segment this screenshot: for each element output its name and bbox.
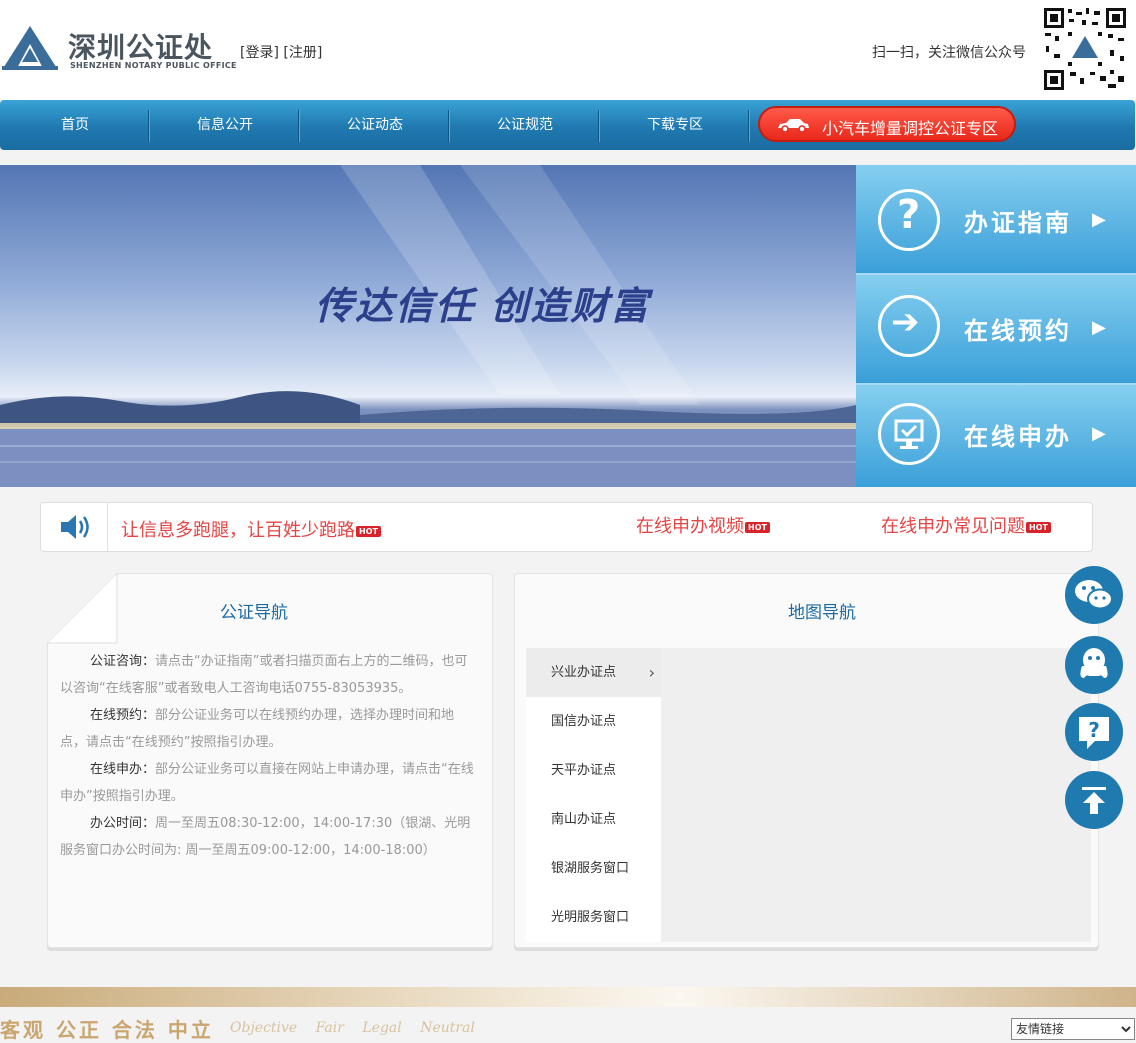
wechat-icon — [1075, 580, 1113, 610]
monitor-check-icon — [878, 403, 940, 465]
map-tab-label: 国信办证点 — [551, 714, 617, 729]
map-canvas[interactable] — [661, 648, 1091, 942]
wechat-caption: 扫一扫，关注微信公众号 — [872, 45, 1026, 61]
nav-notary-standards[interactable]: 公证规范 — [450, 100, 600, 150]
guide-paragraph: 办公时间：周一至周五08:30-12:00，14:00-17:30（银湖、光明服… — [60, 810, 480, 864]
banner-slogan: 传达信任 创造财富 — [315, 284, 651, 328]
guide-title: 公证导航 — [220, 603, 288, 623]
hero-banner[interactable]: 传达信任 创造财富 — [0, 165, 856, 487]
chevron-right-icon: ▶ — [1092, 423, 1106, 444]
notice-faq-text: 在线申办常见问题 — [881, 516, 1025, 537]
car-quota-button[interactable]: 小汽车增量调控公证专区 — [758, 106, 1016, 142]
chevron-right-icon: › — [648, 663, 655, 682]
guide-label: 办证指南 — [964, 209, 1072, 237]
chevron-right-icon: ▶ — [1092, 209, 1106, 230]
chevron-right-icon: ▶ — [1092, 317, 1106, 338]
hot-badge: HOT — [1026, 521, 1051, 533]
notice-main-text: 让信息多跑腿，让百姓少跑路 — [121, 520, 355, 541]
qq-icon — [1080, 648, 1108, 678]
guide-label: 在线申办： — [90, 762, 156, 777]
back-to-top-button[interactable] — [1065, 771, 1123, 829]
booking-button[interactable]: ➔ 在线预约 ▶ — [856, 275, 1136, 385]
qr-code-icon — [1042, 6, 1128, 92]
help-float-button[interactable]: ? — [1065, 703, 1123, 761]
guide-label: 办公时间： — [90, 816, 156, 831]
guide-label: 在线预约： — [90, 708, 156, 723]
notice-video-text: 在线申办视频 — [636, 516, 744, 537]
arrow-right-icon: ➔ — [878, 295, 940, 357]
map-tab-xingye[interactable]: 兴业办证点 › — [526, 648, 661, 697]
qq-float-button[interactable] — [1065, 636, 1123, 694]
map-nav-card: 地图导航 兴业办证点 › 国信办证点 天平办证点 南山办证点 银湖服务窗口 光明服… — [514, 573, 1099, 948]
map-tab-label: 银湖服务窗口 — [551, 861, 630, 876]
apply-online-button[interactable]: 在线申办 ▶ — [856, 385, 1136, 487]
map-tab-label: 兴业办证点 — [551, 665, 617, 680]
help-icon: ? — [1079, 717, 1109, 749]
guide-paragraph: 在线预约：部分公证业务可以在线预约办理，选择办理时间和地点，请点击“在线预约”按… — [60, 702, 480, 756]
map-tab-yinhu[interactable]: 银湖服务窗口 — [526, 844, 661, 893]
logo-title: 深圳公证处 — [68, 31, 214, 64]
friendly-links-select[interactable]: 友情链接 — [1011, 1018, 1135, 1040]
notice-bar: 让信息多跑腿，让百姓少跑路 HOT 在线申办视频 HOT 在线申办常见问题 HOT — [40, 502, 1093, 552]
map-tab-guangming[interactable]: 光明服务窗口 — [526, 893, 661, 942]
map-tab-guoxin[interactable]: 国信办证点 — [526, 697, 661, 746]
map-tab-nanshan[interactable]: 南山办证点 — [526, 795, 661, 844]
auth-links: [登录] [注册] — [240, 42, 322, 62]
footer-motto: 客观 公正 合法 中立 — [0, 1018, 214, 1042]
nav-downloads[interactable]: 下载专区 — [600, 100, 750, 150]
booking-label: 在线预约 — [964, 317, 1072, 345]
service-panel: ? 办证指南 ▶ ➔ 在线预约 ▶ 在线申办 ▶ — [856, 165, 1136, 487]
notice-faq-link[interactable]: 在线申办常见问题 HOT — [881, 512, 1051, 538]
map-tab-label: 天平办证点 — [551, 763, 617, 778]
header: 深圳公证处 SHENZHEN NOTARY PUBLIC OFFICE [登录]… — [0, 0, 1136, 100]
nav-notary-news[interactable]: 公证动态 — [300, 100, 450, 150]
guide-label: 公证咨询： — [90, 654, 156, 669]
arrow-up-icon — [1082, 787, 1106, 814]
footer-band — [0, 987, 1136, 1007]
map-tab-label: 南山办证点 — [551, 812, 617, 827]
speaker-icon — [41, 503, 108, 551]
map-location-list: 兴业办证点 › 国信办证点 天平办证点 南山办证点 银湖服务窗口 光明服务窗口 — [526, 648, 661, 942]
notary-guide-card: 公证导航 公证咨询：请点击“办证指南”或者扫描页面右上方的二维码，也可以咨询“在… — [47, 573, 493, 948]
nav-divider — [748, 110, 750, 142]
hot-badge: HOT — [745, 521, 770, 533]
guide-content: 公证咨询：请点击“办证指南”或者扫描页面右上方的二维码，也可以咨询“在线客服”或… — [60, 648, 480, 864]
question-icon: ? — [878, 189, 940, 251]
login-link[interactable]: [登录] — [240, 45, 279, 61]
guide-paragraph: 在线申办：部分公证业务可以直接在网站上申请办理，请点击“在线申办”按照指引办理。 — [60, 756, 480, 810]
wechat-float-button[interactable] — [1065, 566, 1123, 624]
hot-badge: HOT — [356, 525, 381, 537]
nav-info-disclosure[interactable]: 信息公开 — [150, 100, 300, 150]
footer-motto-en: Objective Fair Legal Neutral — [230, 1020, 475, 1036]
map-tab-label: 光明服务窗口 — [551, 910, 630, 925]
apply-online-label: 在线申办 — [964, 423, 1072, 451]
map-tab-tianping[interactable]: 天平办证点 — [526, 746, 661, 795]
notice-video-link[interactable]: 在线申办视频 HOT — [636, 512, 770, 538]
svg-text:?: ? — [1088, 718, 1100, 742]
logo-subtitle: SHENZHEN NOTARY PUBLIC OFFICE — [70, 61, 237, 70]
car-quota-label: 小汽车增量调控公证专区 — [822, 119, 999, 138]
car-icon — [778, 119, 809, 132]
guide-paragraph: 公证咨询：请点击“办证指南”或者扫描页面右上方的二维码，也可以咨询“在线客服”或… — [60, 648, 480, 702]
logo-icon[interactable] — [0, 22, 60, 72]
page-fold-icon — [47, 573, 118, 644]
map-title: 地图导航 — [788, 603, 856, 623]
register-link[interactable]: [注册] — [283, 45, 322, 61]
nav-home[interactable]: 首页 — [0, 100, 150, 150]
notice-main-link[interactable]: 让信息多跑腿，让百姓少跑路 HOT — [121, 516, 381, 542]
guide-button[interactable]: ? 办证指南 ▶ — [856, 165, 1136, 275]
